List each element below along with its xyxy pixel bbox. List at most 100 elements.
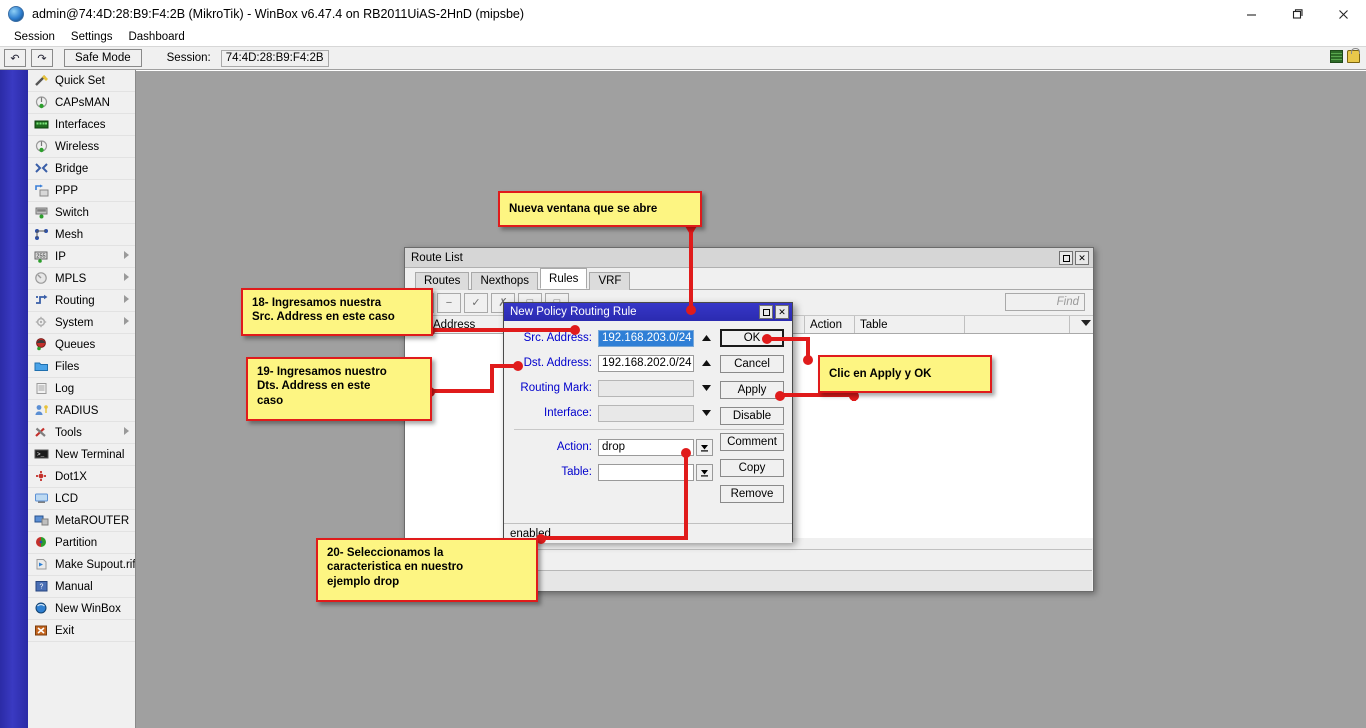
dst-address-input[interactable]: 192.168.202.0/24 [598, 355, 694, 372]
dialog-statusbar: enabled [504, 523, 792, 543]
dropdown-arrow-button[interactable] [696, 439, 713, 456]
route-list-window-controls: ✕ [1059, 251, 1089, 265]
minimize-button[interactable] [1228, 0, 1274, 28]
route-list-close-button[interactable]: ✕ [1075, 251, 1089, 265]
sidebar-item-bridge[interactable]: Bridge [28, 158, 135, 180]
sidebar-item-partition[interactable]: Partition [28, 532, 135, 554]
column-header[interactable]: Table [855, 316, 965, 333]
maximize-button[interactable] [1274, 0, 1320, 28]
tab-rules[interactable]: Rules [540, 268, 587, 289]
sidebar-item-routing[interactable]: Routing [28, 290, 135, 312]
leader-line-20-v [684, 452, 688, 540]
safe-mode-button[interactable]: Safe Mode [64, 49, 142, 67]
leader-arrow-new-window [685, 226, 697, 236]
annotation-19-line3: caso [257, 394, 421, 408]
sidebar-item-switch[interactable]: Switch [28, 202, 135, 224]
leader-dot-new-window [686, 305, 696, 315]
cancel-button[interactable]: Cancel [720, 355, 784, 373]
sidebar-item-label: MPLS [55, 273, 86, 285]
find-input[interactable]: Find [1005, 293, 1085, 311]
dialog-maximize-button[interactable] [759, 305, 773, 319]
routing-mark-input[interactable] [598, 380, 694, 397]
annotation-19-line1: 19- Ingresamos nuestro [257, 365, 421, 379]
sidebar-item-ppp[interactable]: PPP [28, 180, 135, 202]
traffic-meter-icon [1330, 50, 1343, 63]
redo-button[interactable]: ↷ [31, 49, 53, 67]
sidebar-item-label: Wireless [55, 141, 99, 153]
sidebar-item-label: New WinBox [55, 603, 121, 615]
sidebar-item-new-terminal[interactable]: >_ New Terminal [28, 444, 135, 466]
column-header[interactable] [965, 316, 1070, 333]
tab-nexthops[interactable]: Nexthops [471, 272, 538, 290]
enable-button[interactable]: ✓ [464, 293, 488, 313]
comment-button[interactable]: Comment [720, 433, 784, 451]
sidebar-item-label: Exit [55, 625, 74, 637]
sidebar-item-wireless[interactable]: Wireless [28, 136, 135, 158]
sidebar-item-label: Tools [55, 427, 82, 439]
app-titlebar: admin@74:4D:28:B9:F4:2B (MikroTik) - Win… [0, 0, 1366, 28]
sidebar-item-log[interactable]: Log [28, 378, 135, 400]
menu-dashboard[interactable]: Dashboard [120, 30, 192, 44]
sidebar-item-capsman[interactable]: CAPsMAN [28, 92, 135, 114]
annotation-18-line2: Src. Address en este caso [252, 310, 422, 324]
sidebar-item-radius[interactable]: RADIUS [28, 400, 135, 422]
sidebar-item-new-winbox[interactable]: New WinBox [28, 598, 135, 620]
annotation-20-line2: caracteristica en nuestro [327, 560, 527, 574]
dialog-title: New Policy Routing Rule [510, 306, 637, 318]
tab-vrf[interactable]: VRF [589, 272, 630, 290]
route-list-maximize-button[interactable] [1059, 251, 1073, 265]
remove-button[interactable]: − [437, 293, 461, 313]
column-chooser-icon[interactable] [1081, 320, 1091, 326]
chevron-up-icon[interactable] [698, 330, 714, 347]
sidebar-item-quick-set[interactable]: Quick Set [28, 70, 135, 92]
close-button[interactable] [1320, 0, 1366, 28]
undo-button[interactable]: ↶ [4, 49, 26, 67]
copy-button[interactable]: Copy [720, 459, 784, 477]
sidebar-item-system[interactable]: System [28, 312, 135, 334]
dialog-titlebar[interactable]: New Policy Routing Rule ✕ [504, 303, 792, 321]
sidebar-item-metarouter[interactable]: MetaROUTER [28, 510, 135, 532]
leader-dot-apply [775, 391, 785, 401]
menu-session[interactable]: Session [6, 30, 63, 44]
sidebar-item-manual[interactable]: ?Manual [28, 576, 135, 598]
sidebar-item-files[interactable]: Files [28, 356, 135, 378]
sidebar-item-ip[interactable]: 255IP [28, 246, 135, 268]
sidebar-item-interfaces[interactable]: Interfaces [28, 114, 135, 136]
interface-input[interactable] [598, 405, 694, 422]
src-address-input[interactable]: 192.168.203.0/24 [598, 330, 694, 347]
disable-button[interactable]: Disable [720, 407, 784, 425]
sidebar-item-dot1x[interactable]: Dot1X [28, 466, 135, 488]
sidebar-item-lcd[interactable]: LCD [28, 488, 135, 510]
annotation-new-window-text: Nueva ventana que se abre [509, 202, 657, 216]
leader-line-19-h1 [428, 389, 494, 393]
ppp-icon [33, 184, 49, 198]
chevron-down-icon[interactable] [698, 380, 714, 397]
session-value-field[interactable]: 74:4D:28:B9:F4:2B [221, 50, 329, 67]
column-header[interactable]: Action [805, 316, 855, 333]
chevron-up-icon[interactable] [698, 355, 714, 372]
sidebar-item-mesh[interactable]: Mesh [28, 224, 135, 246]
dropdown-arrow-button[interactable] [696, 464, 713, 481]
sidebar-item-tools[interactable]: Tools [28, 422, 135, 444]
wand-icon [33, 74, 49, 88]
mpls-icon [33, 272, 49, 286]
new-policy-routing-rule-dialog: New Policy Routing Rule ✕ Src. Address:1… [503, 302, 793, 542]
chevron-down-icon[interactable] [698, 405, 714, 422]
sidebar-item-label: Switch [55, 207, 89, 219]
table-input[interactable] [598, 464, 694, 481]
sidebar-item-mpls[interactable]: MPLS [28, 268, 135, 290]
sidebar-item-queues[interactable]: Queues [28, 334, 135, 356]
sidebar-item-make-supout-rif[interactable]: Make Supout.rif [28, 554, 135, 576]
route-list-titlebar[interactable]: Route List ✕ [405, 248, 1093, 268]
sidebar-item-exit[interactable]: Exit [28, 620, 135, 642]
dialog-close-button[interactable]: ✕ [775, 305, 789, 319]
action-input[interactable]: drop [598, 439, 694, 456]
sidebar-item-label: New Terminal [55, 449, 124, 461]
sidebar-item-label: Queues [55, 339, 95, 351]
log-icon [33, 382, 49, 396]
menubar: Session Settings Dashboard [0, 28, 1366, 46]
remove-button[interactable]: Remove [720, 485, 784, 503]
routing-icon [33, 294, 49, 308]
menu-settings[interactable]: Settings [63, 30, 121, 44]
svg-text:>_: >_ [37, 451, 45, 458]
